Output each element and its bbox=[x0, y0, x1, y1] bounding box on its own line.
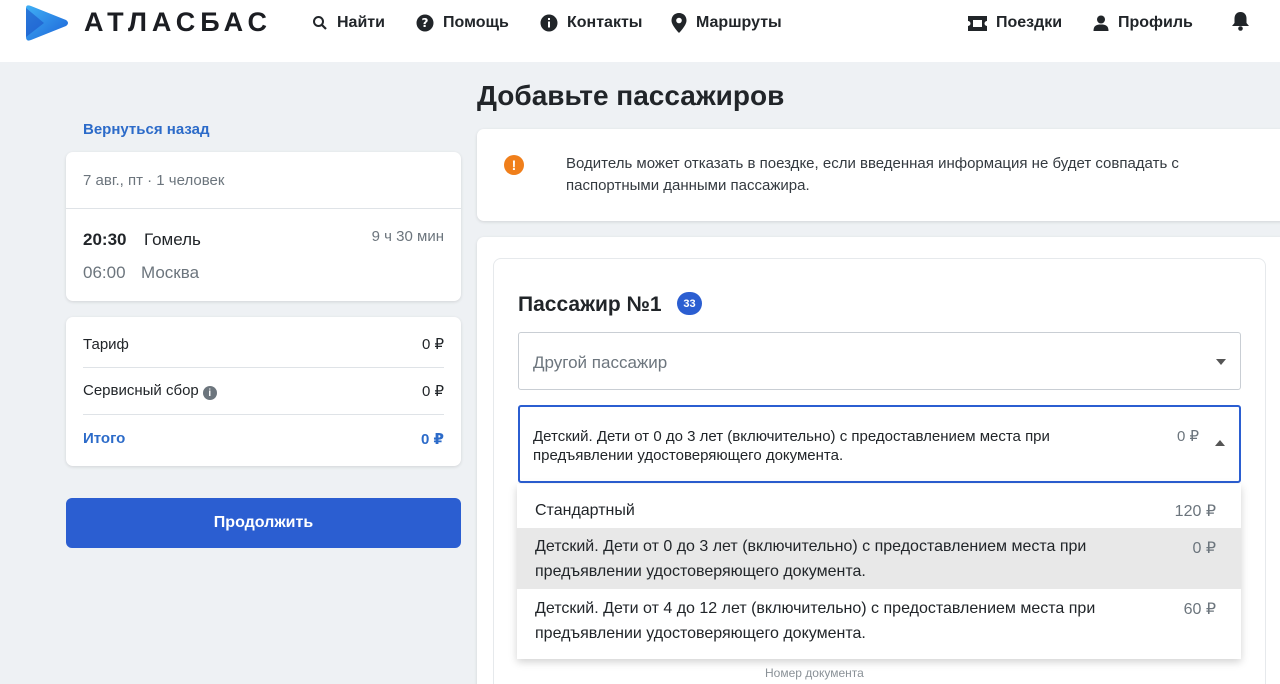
tariff-value: 0 ₽ bbox=[421, 336, 444, 353]
brand-logo-icon[interactable] bbox=[22, 4, 70, 42]
question-icon: ? bbox=[416, 14, 434, 32]
service-fee-label-group: Сервисный сбор i bbox=[83, 382, 217, 401]
departure-city: Гомель bbox=[144, 230, 201, 249]
info-icon[interactable]: i bbox=[202, 386, 217, 401]
tariff-select-price: 0 ₽ bbox=[1176, 428, 1199, 445]
total-value: 0 ₽ bbox=[421, 430, 444, 448]
svg-text:?: ? bbox=[422, 16, 429, 30]
trip-date-passengers: 7 авг., пт · 1 человек bbox=[83, 172, 225, 189]
option-price: 60 ₽ bbox=[1183, 601, 1216, 618]
option-label: Стандартный bbox=[535, 502, 635, 519]
warning-card: ! Водитель может отказать в поездке, есл… bbox=[477, 129, 1280, 221]
nav-routes[interactable]: Маршруты bbox=[671, 11, 782, 35]
nav-help-label: Помощь bbox=[443, 14, 509, 31]
nav-find-label: Найти bbox=[337, 14, 385, 31]
top-header: АТЛАСБАС Найти ? Помощь Контакты Маршрут… bbox=[0, 0, 1280, 62]
tariff-option-child-4-12[interactable]: Детский. Дети от 4 до 12 лет (включитель… bbox=[517, 589, 1241, 653]
document-number-label: Номер документа bbox=[765, 666, 864, 680]
service-fee-label: Сервисный сбор bbox=[83, 381, 199, 399]
tariff-select-value: Детский. Дети от 0 до 3 лет (включительн… bbox=[533, 428, 1050, 464]
passenger-title: Пассажир №1 bbox=[518, 293, 662, 316]
info-icon bbox=[540, 14, 558, 32]
nav-trips-label: Поездки bbox=[996, 14, 1063, 31]
nav-contacts-label: Контакты bbox=[567, 14, 643, 31]
tariff-row: Тариф 0 ₽ bbox=[83, 321, 444, 368]
tariff-dropdown-menu: Стандартный 120 ₽ Детский. Дети от 0 до … bbox=[517, 484, 1241, 659]
price-breakdown-card: Тариф 0 ₽ Сервисный сбор i 0 ₽ Итого 0 ₽ bbox=[66, 317, 461, 466]
search-icon bbox=[313, 16, 327, 30]
continue-button[interactable]: Продолжить bbox=[66, 498, 461, 548]
back-link[interactable]: Вернуться назад bbox=[83, 121, 209, 138]
chevron-down-icon bbox=[1216, 359, 1226, 365]
bell-icon[interactable] bbox=[1231, 11, 1250, 31]
option-label: Детский. Дети от 4 до 12 лет (включитель… bbox=[535, 600, 1096, 642]
ticket-icon bbox=[968, 15, 987, 31]
trip-duration: 9 ч 30 мин bbox=[371, 228, 444, 245]
service-fee-value: 0 ₽ bbox=[421, 383, 444, 400]
total-label: Итого bbox=[83, 430, 126, 447]
arrival-time: 06:00 bbox=[83, 263, 126, 282]
tariff-option-standard[interactable]: Стандартный 120 ₽ bbox=[517, 484, 1241, 528]
nav-trips[interactable]: Поездки bbox=[968, 11, 1062, 35]
nav-profile[interactable]: Профиль bbox=[1093, 11, 1193, 35]
total-row: Итого 0 ₽ bbox=[83, 415, 444, 462]
nav-routes-label: Маршруты bbox=[696, 14, 782, 31]
passenger-select[interactable]: Другой пассажир bbox=[518, 332, 1241, 390]
tariff-label: Тариф bbox=[83, 335, 129, 353]
departure-time: 20:30 bbox=[83, 230, 127, 249]
option-label: Детский. Дети от 0 до 3 лет (включительн… bbox=[535, 538, 1087, 580]
passenger-badge: 33 bbox=[677, 292, 702, 315]
arrival-city: Москва bbox=[141, 263, 200, 282]
user-icon bbox=[1093, 15, 1109, 31]
service-fee-row: Сервисный сбор i 0 ₽ bbox=[83, 368, 444, 415]
divider bbox=[66, 208, 461, 209]
tariff-select[interactable]: Детский. Дети от 0 до 3 лет (включительн… bbox=[518, 405, 1241, 483]
trip-summary-card: 7 авг., пт · 1 человек 20:30 Гомель 9 ч … bbox=[66, 152, 461, 301]
nav-profile-label: Профиль bbox=[1118, 14, 1193, 31]
warning-text: Водитель может отказать в поездке, если … bbox=[566, 155, 1179, 194]
page-title: Добавьте пассажиров bbox=[477, 80, 785, 111]
passenger-select-value: Другой пассажир bbox=[533, 353, 668, 372]
brand-name[interactable]: АТЛАСБАС bbox=[84, 7, 272, 38]
chevron-up-icon bbox=[1215, 440, 1225, 446]
nav-contacts[interactable]: Контакты bbox=[540, 11, 642, 35]
warning-icon: ! bbox=[504, 155, 524, 175]
option-price: 120 ₽ bbox=[1174, 503, 1216, 520]
nav-help[interactable]: ? Помощь bbox=[416, 11, 509, 35]
option-price: 0 ₽ bbox=[1192, 540, 1216, 557]
map-pin-icon bbox=[671, 13, 687, 33]
tariff-option-child-0-3[interactable]: Детский. Дети от 0 до 3 лет (включительн… bbox=[517, 528, 1241, 589]
nav-find[interactable]: Найти bbox=[312, 11, 385, 35]
